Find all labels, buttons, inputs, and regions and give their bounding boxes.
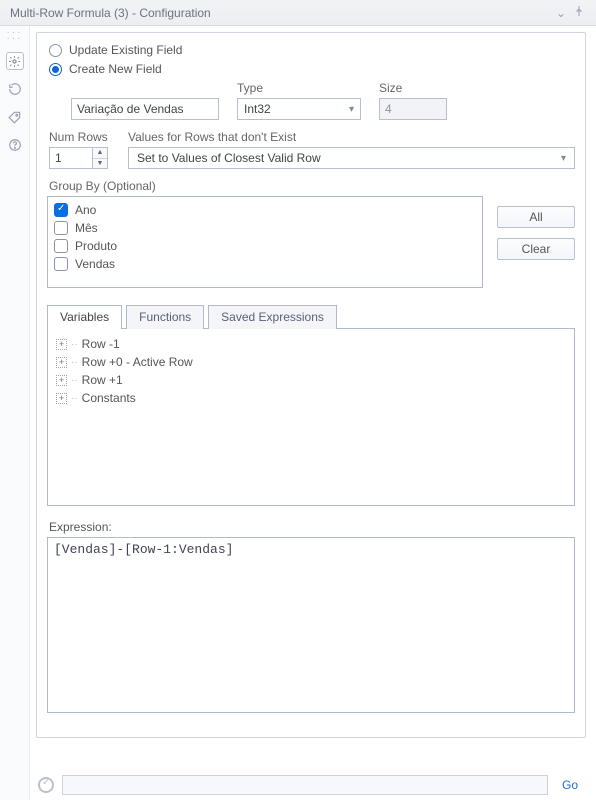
radio-update[interactable]: [49, 44, 62, 57]
type-select[interactable]: Int32 ▾: [237, 98, 361, 120]
tree-item[interactable]: +··Row +1: [56, 371, 566, 389]
tab-functions[interactable]: Functions: [126, 305, 204, 329]
mode-create-row[interactable]: Create New Field: [49, 62, 575, 76]
numrows-label: Num Rows: [49, 130, 108, 144]
drag-handle-icon[interactable]: ······: [7, 30, 23, 42]
config-panel: Update Existing Field Create New Field T…: [36, 32, 586, 738]
valuesmissing-label: Values for Rows that don't Exist: [128, 130, 575, 144]
valuesmissing-value: Set to Values of Closest Valid Row: [137, 151, 321, 165]
newfield-name-input[interactable]: [71, 98, 219, 120]
groupby-label: Group By (Optional): [49, 179, 575, 193]
groupby-item[interactable]: Produto: [54, 237, 476, 255]
variables-tree[interactable]: +··Row -1 +··Row +0 - Active Row +··Row …: [47, 328, 575, 506]
titlebar: Multi-Row Formula (3) - Configuration ⌄: [0, 0, 596, 26]
expression-editor[interactable]: [Vendas]-[Row-1:Vendas]: [47, 537, 575, 713]
expression-label: Expression:: [49, 520, 575, 534]
chevron-down-icon: ▾: [349, 104, 354, 115]
expand-icon[interactable]: +: [56, 339, 67, 350]
status-ok-icon: [38, 777, 54, 793]
checkbox[interactable]: [54, 203, 68, 217]
mode-create-label: Create New Field: [69, 62, 162, 76]
window-title: Multi-Row Formula (3) - Configuration: [10, 6, 552, 20]
help-icon[interactable]: [6, 136, 24, 154]
groupby-item[interactable]: Ano: [54, 201, 476, 219]
tab-saved-expressions[interactable]: Saved Expressions: [208, 305, 337, 329]
footer-input[interactable]: [62, 775, 548, 795]
expand-icon[interactable]: +: [56, 357, 67, 368]
groupby-all-button[interactable]: All: [497, 206, 575, 228]
pin-icon[interactable]: [570, 5, 588, 20]
size-input: [379, 98, 447, 120]
size-label: Size: [379, 81, 447, 95]
refresh-icon[interactable]: [6, 80, 24, 98]
tree-item[interactable]: +··Constants: [56, 389, 566, 407]
checkbox[interactable]: [54, 239, 68, 253]
groupby-item[interactable]: Vendas: [54, 255, 476, 273]
valuesmissing-select[interactable]: Set to Values of Closest Valid Row ▾: [128, 147, 575, 169]
expand-icon[interactable]: +: [56, 375, 67, 386]
tag-icon[interactable]: [6, 108, 24, 126]
tree-item[interactable]: +··Row -1: [56, 335, 566, 353]
chevron-down-icon[interactable]: ⌄: [552, 6, 570, 20]
checkbox[interactable]: [54, 221, 68, 235]
tree-item[interactable]: +··Row +0 - Active Row: [56, 353, 566, 371]
radio-create[interactable]: [49, 63, 62, 76]
go-button[interactable]: Go: [556, 778, 584, 792]
numrows-down[interactable]: ▼: [93, 158, 107, 168]
tab-variables[interactable]: Variables: [47, 305, 122, 329]
numrows-input[interactable]: [49, 147, 93, 169]
checkbox[interactable]: [54, 257, 68, 271]
footer: Go: [30, 770, 596, 800]
newfield-name-label: [71, 81, 219, 95]
numrows-up[interactable]: ▲: [93, 148, 107, 158]
type-label: Type: [237, 81, 361, 95]
mode-update-row[interactable]: Update Existing Field: [49, 43, 575, 57]
mode-update-label: Update Existing Field: [69, 43, 182, 57]
groupby-item[interactable]: Mês: [54, 219, 476, 237]
expand-icon[interactable]: +: [56, 393, 67, 404]
gear-icon[interactable]: [6, 52, 24, 70]
type-value: Int32: [244, 102, 271, 116]
chevron-down-icon: ▾: [561, 153, 566, 164]
groupby-clear-button[interactable]: Clear: [497, 238, 575, 260]
left-toolbar: ······: [0, 26, 30, 800]
groupby-list[interactable]: Ano Mês Produto Vendas: [47, 196, 483, 288]
